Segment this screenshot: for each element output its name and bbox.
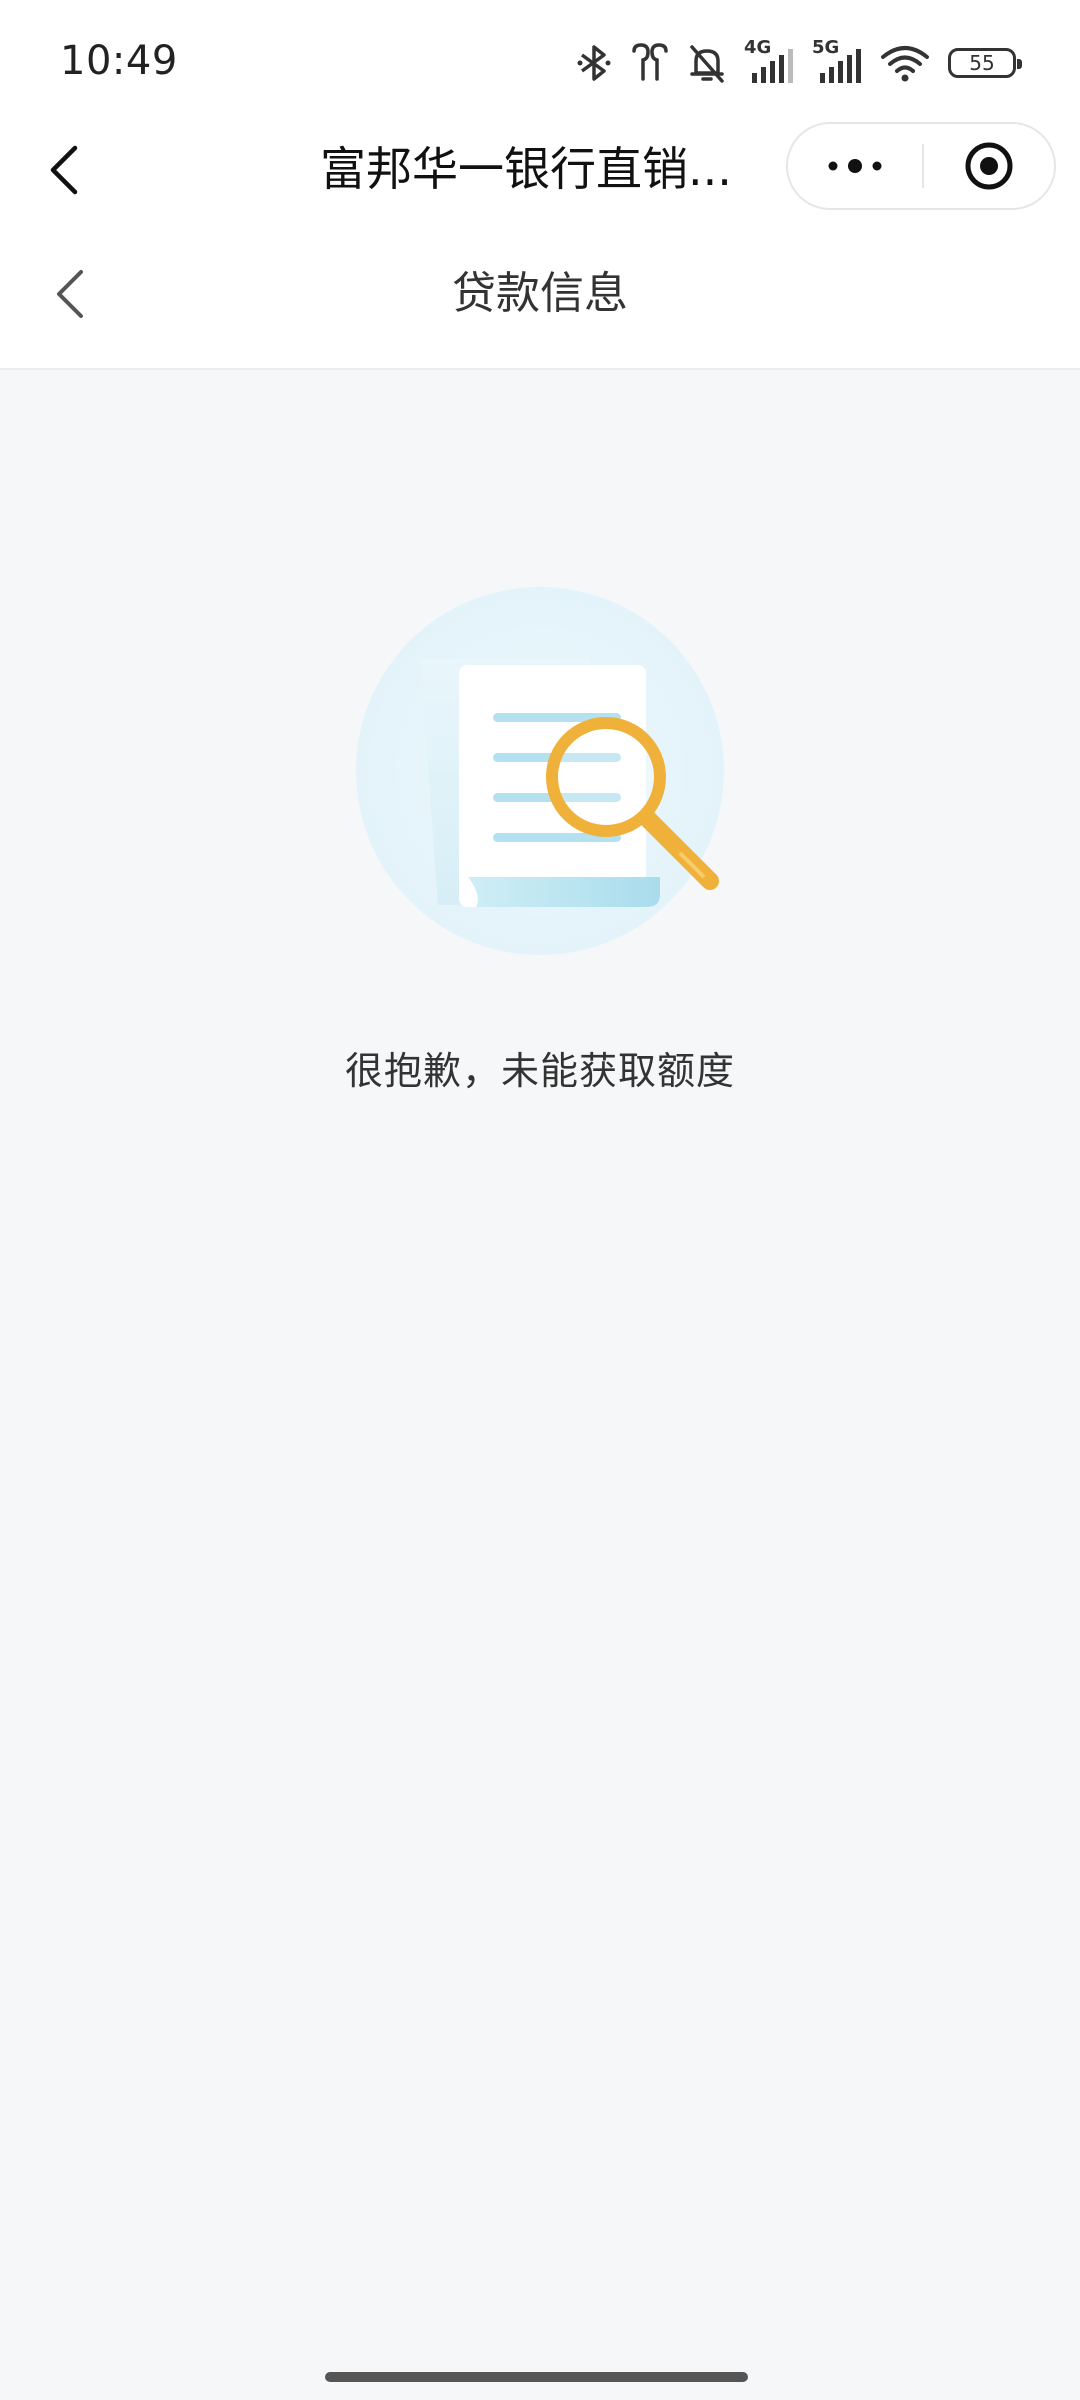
empty-state-message: 很抱歉，未能获取额度 (344, 1049, 735, 1093)
signal-4g-icon: 4G (744, 37, 794, 85)
signal-5g-icon: 5G (812, 37, 862, 85)
status-icons: 4G 5G 55 (576, 37, 1022, 88)
page-header: 贷款信息 (0, 220, 1080, 370)
home-indicator[interactable] (325, 2372, 748, 2382)
status-bar: 10:49 4G 5G 55 (0, 0, 1080, 120)
page-title: 贷款信息 (452, 268, 628, 319)
battery-level: 55 (969, 51, 995, 75)
capsule-menu (786, 122, 1056, 210)
target-close-icon[interactable] (924, 124, 1054, 208)
mini-program-title: 富邦华一银行直销... (320, 142, 732, 196)
battery-icon: 55 (948, 48, 1022, 78)
mini-program-nav: 富邦华一银行直销... (0, 120, 1080, 220)
bell-muted-icon (688, 43, 726, 83)
status-time: 10:49 (60, 38, 178, 84)
document-search-icon (350, 585, 730, 965)
chevron-left-icon[interactable] (32, 138, 96, 202)
earbuds-icon (630, 43, 670, 83)
wifi-icon (880, 43, 930, 83)
bluetooth-icon (576, 43, 612, 83)
more-dots-icon[interactable] (788, 124, 922, 208)
